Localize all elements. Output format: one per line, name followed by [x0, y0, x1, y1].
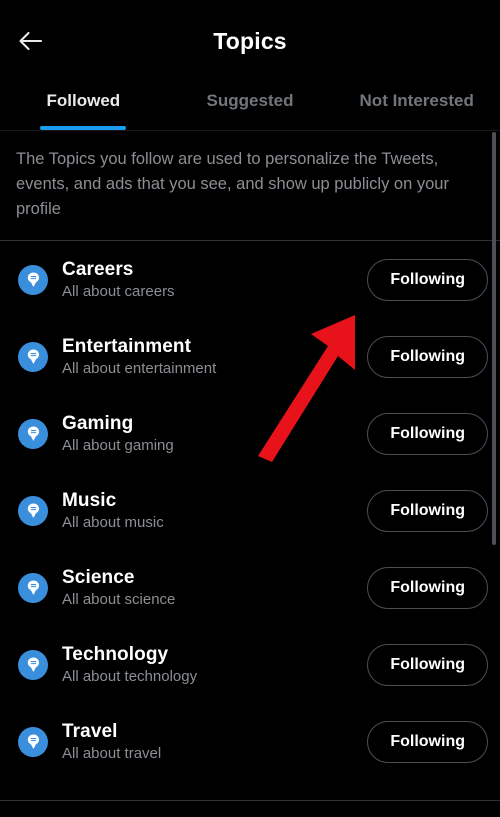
tab-not-interested[interactable]: Not Interested [333, 82, 500, 130]
following-button[interactable]: Following [367, 566, 488, 609]
topic-text: Music All about music [62, 489, 367, 533]
topic-text: Gaming All about gaming [62, 412, 367, 456]
topic-subtitle: All about careers [62, 282, 175, 300]
topic-subtitle: All about gaming [62, 436, 174, 454]
tab-not-interested-label: Not Interested [359, 91, 474, 110]
following-button[interactable]: Following [367, 258, 488, 301]
topic-list: Careers All about careers Following Ente… [0, 241, 500, 780]
topic-text: Technology All about technology [62, 643, 367, 687]
tab-bar: Followed Suggested Not Interested [0, 82, 500, 131]
topics-description: The Topics you follow are used to person… [0, 131, 500, 241]
topic-bubble-icon [18, 418, 48, 449]
topic-title: Music [62, 489, 117, 511]
list-item[interactable]: Music All about music Following [0, 472, 500, 549]
topic-title: Careers [62, 258, 134, 280]
back-button[interactable] [10, 20, 52, 62]
topic-subtitle: All about entertainment [62, 359, 217, 377]
tab-suggested[interactable]: Suggested [167, 82, 334, 130]
app-header: Topics [0, 0, 500, 82]
following-button[interactable]: Following [367, 335, 488, 378]
topic-title: Travel [62, 720, 118, 742]
arrow-left-icon [18, 30, 44, 52]
topic-text: Entertainment All about entertainment [62, 335, 367, 379]
list-item[interactable]: Entertainment All about entertainment Fo… [0, 318, 500, 395]
following-button[interactable]: Following [367, 412, 488, 455]
following-button[interactable]: Following [367, 489, 488, 532]
topic-bubble-icon [18, 649, 48, 680]
topic-text: Careers All about careers [62, 258, 367, 302]
topic-bubble-icon [18, 495, 48, 526]
topic-title: Technology [62, 643, 169, 665]
topic-title: Gaming [62, 412, 134, 434]
scrollbar[interactable] [492, 132, 496, 545]
tab-followed[interactable]: Followed [0, 82, 167, 130]
tab-followed-label: Followed [46, 91, 121, 110]
topic-bubble-icon [18, 726, 48, 757]
topic-title: Science [62, 566, 135, 588]
bottom-divider [0, 800, 500, 801]
list-item[interactable]: Gaming All about gaming Following [0, 395, 500, 472]
list-item[interactable]: Science All about science Following [0, 549, 500, 626]
topic-subtitle: All about technology [62, 667, 198, 685]
tab-inactive-indicator [207, 126, 293, 130]
topic-title: Entertainment [62, 335, 192, 357]
tab-inactive-indicator [374, 126, 460, 130]
topic-text: Science All about science [62, 566, 367, 610]
topic-text: Travel All about travel [62, 720, 367, 764]
following-button[interactable]: Following [367, 643, 488, 686]
topic-subtitle: All about travel [62, 744, 162, 762]
topic-subtitle: All about music [62, 513, 164, 531]
scrollbar-thumb[interactable] [492, 132, 496, 545]
topic-bubble-icon [18, 264, 48, 295]
page-title: Topics [213, 27, 287, 54]
following-button[interactable]: Following [367, 720, 488, 763]
list-item[interactable]: Technology All about technology Followin… [0, 626, 500, 703]
tab-suggested-label: Suggested [206, 91, 294, 110]
list-item[interactable]: Travel All about travel Following [0, 703, 500, 780]
topic-bubble-icon [18, 341, 48, 372]
topic-subtitle: All about science [62, 590, 176, 608]
tab-active-indicator [40, 126, 127, 130]
list-item[interactable]: Careers All about careers Following [0, 241, 500, 318]
topic-bubble-icon [18, 572, 48, 603]
